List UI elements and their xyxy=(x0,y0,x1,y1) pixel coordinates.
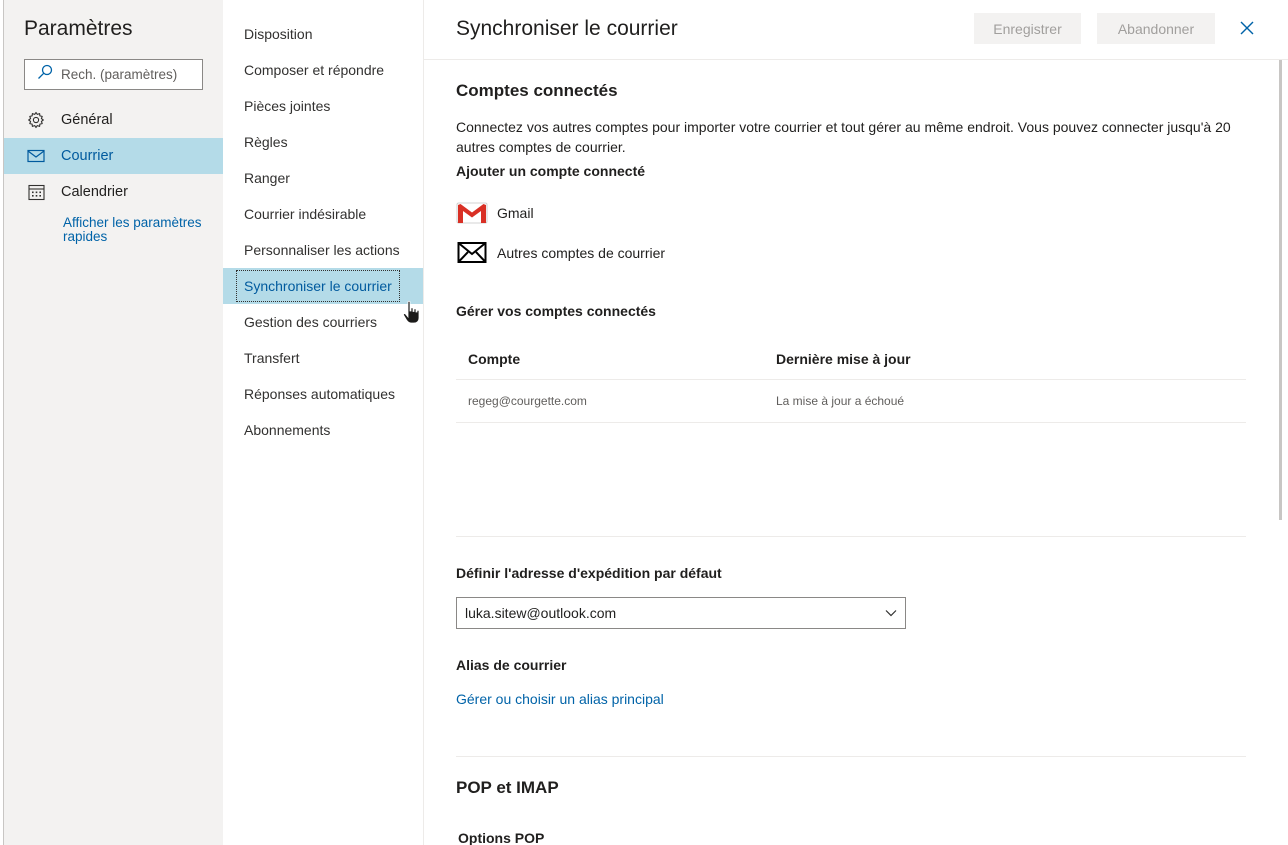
subsection-automatic-replies[interactable]: Réponses automatiques xyxy=(223,376,423,412)
connected-accounts-table: Compte Dernière mise à jour regeg@courge… xyxy=(456,338,1246,423)
hand-cursor-icon xyxy=(403,300,420,324)
subsection-message-handling[interactable]: Gestion des courriers xyxy=(223,304,423,340)
section-divider xyxy=(456,756,1246,757)
category-mail[interactable]: Courrier xyxy=(4,138,223,174)
subsection-label: Courrier indésirable xyxy=(244,206,367,222)
subsection-customize-actions[interactable]: Personnaliser les actions xyxy=(223,232,423,268)
table-header: Compte Dernière mise à jour xyxy=(456,338,1246,380)
close-icon[interactable] xyxy=(1238,19,1256,37)
connected-accounts-description: Connectez vos autres comptes pour import… xyxy=(456,119,1231,155)
subsection-label: Personnaliser les actions xyxy=(244,242,400,258)
add-gmail-option[interactable]: Gmail xyxy=(456,198,534,228)
subsection-layout[interactable]: Disposition xyxy=(223,16,423,52)
sync-email-panel: Synchroniser le courrier Enregistrer Aba… xyxy=(424,0,1288,845)
subsection-label: Pièces jointes xyxy=(244,98,331,114)
pop-options-heading: Options POP xyxy=(458,830,545,845)
subsection-forwarding[interactable]: Transfert xyxy=(223,340,423,376)
pop-imap-heading: POP et IMAP xyxy=(456,778,559,797)
mail-icon xyxy=(26,146,46,166)
gmail-icon xyxy=(456,200,488,226)
category-calendar[interactable]: Calendrier xyxy=(4,174,223,210)
scrollbar[interactable] xyxy=(1279,60,1282,520)
panel-header: Synchroniser le courrier Enregistrer Aba… xyxy=(424,0,1288,60)
subsection-label: Règles xyxy=(244,134,288,150)
gmail-label: Gmail xyxy=(497,205,534,221)
section-divider xyxy=(456,536,1246,537)
subsection-rules[interactable]: Règles xyxy=(223,124,423,160)
default-from-value: luka.sitew@outlook.com xyxy=(465,605,617,621)
subsection-label: Composer et répondre xyxy=(244,62,385,78)
table-row[interactable]: regeg@courgette.com La mise à jour a éch… xyxy=(456,380,1246,423)
subsection-label: Abonnements xyxy=(244,422,331,438)
settings-categories-panel: Paramètres Général Courrier Calendrier A… xyxy=(4,0,223,845)
chevron-down-icon xyxy=(885,610,897,617)
category-general[interactable]: Général xyxy=(4,102,223,138)
settings-title: Paramètres xyxy=(24,17,133,40)
subsection-label: Gestion des courriers xyxy=(244,314,378,330)
category-mail-label: Courrier xyxy=(61,148,114,164)
subsection-label: Transfert xyxy=(244,350,300,366)
mail-subsection-panel: Disposition Composer et répondre Pièces … xyxy=(223,0,424,845)
add-other-account-option[interactable]: Autres comptes de courrier xyxy=(456,238,665,268)
column-header-last-update: Dernière mise à jour xyxy=(776,350,911,367)
default-from-dropdown[interactable]: luka.sitew@outlook.com xyxy=(456,597,906,629)
envelope-icon xyxy=(456,240,488,266)
quick-settings-link[interactable]: Afficher les paramètres rapides xyxy=(63,216,203,244)
column-header-account: Compte xyxy=(468,350,521,367)
category-general-label: Général xyxy=(61,112,113,128)
add-account-heading: Ajouter un compte connecté xyxy=(456,163,646,179)
subsection-sync-email[interactable]: Synchroniser le courrier xyxy=(223,268,423,304)
gear-icon xyxy=(26,110,46,130)
subsection-sweep[interactable]: Ranger xyxy=(223,160,423,196)
last-update-cell: La mise à jour a échoué xyxy=(776,394,905,408)
search-icon xyxy=(37,64,53,85)
subsection-junk-mail[interactable]: Courrier indésirable xyxy=(223,196,423,232)
subsection-label: Synchroniser le courrier xyxy=(236,270,400,302)
category-calendar-label: Calendrier xyxy=(61,184,128,200)
subsection-label: Réponses automatiques xyxy=(244,386,395,402)
settings-search-input[interactable] xyxy=(61,67,191,82)
subsection-subscriptions[interactable]: Abonnements xyxy=(223,412,423,448)
default-from-heading: Définir l'adresse d'expédition par défau… xyxy=(456,565,722,581)
settings-category-list: Général Courrier Calendrier xyxy=(4,102,223,210)
calendar-icon xyxy=(26,182,46,202)
manage-alias-link[interactable]: Gérer ou choisir un alias principal xyxy=(456,691,664,707)
settings-search-box[interactable] xyxy=(24,59,203,90)
manage-accounts-heading: Gérer vos comptes connectés xyxy=(456,303,656,319)
email-alias-heading: Alias de courrier xyxy=(456,657,567,673)
subsection-label: Disposition xyxy=(244,26,313,42)
save-button[interactable]: Enregistrer xyxy=(974,13,1081,44)
discard-button[interactable]: Abandonner xyxy=(1097,13,1215,44)
account-cell: regeg@courgette.com xyxy=(468,394,587,408)
connected-accounts-heading: Comptes connectés xyxy=(456,81,618,100)
subsection-attachments[interactable]: Pièces jointes xyxy=(223,88,423,124)
subsection-compose-reply[interactable]: Composer et répondre xyxy=(223,52,423,88)
other-accounts-label: Autres comptes de courrier xyxy=(497,245,666,261)
page-title: Synchroniser le courrier xyxy=(456,17,678,40)
subsection-label: Ranger xyxy=(244,170,290,186)
